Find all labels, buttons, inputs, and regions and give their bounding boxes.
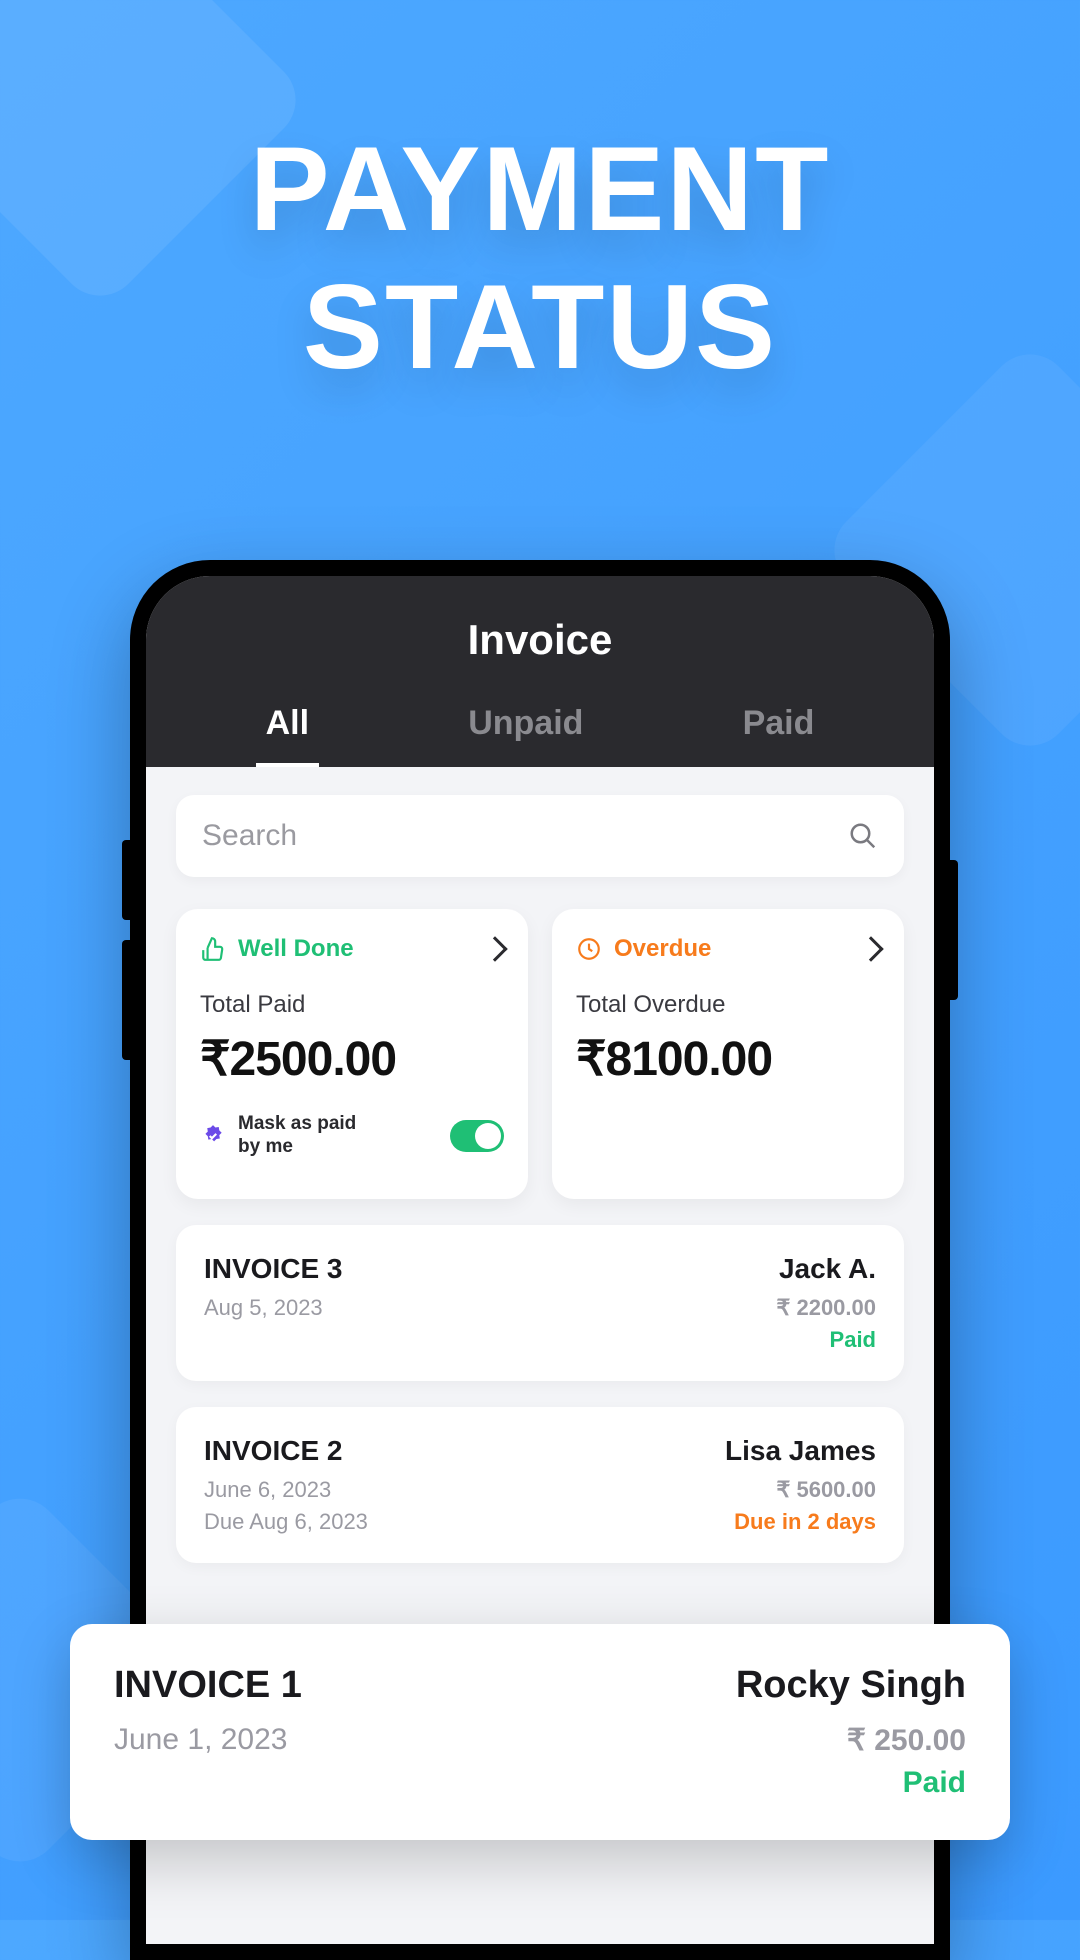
chevron-right-icon [858,936,883,961]
thumbs-up-icon [200,936,226,962]
tab-all[interactable]: All [256,692,319,767]
invoice-client-name: Lisa James [725,1435,876,1467]
total-overdue-label: Total Overdue [576,991,880,1019]
invoice-status: Due in 2 days [734,1509,876,1535]
invoice-status: Paid [830,1327,876,1353]
search-icon [848,821,878,851]
summary-row: Well Done Total Paid ₹2500.00 Mask as pa… [176,909,904,1199]
invoice-list-item[interactable]: INVOICE 3 Jack A. Aug 5, 2023 ₹ 2200.00 … [176,1225,904,1381]
paid-summary-card[interactable]: Well Done Total Paid ₹2500.00 Mask as pa… [176,909,528,1199]
invoice-title: INVOICE 3 [204,1253,342,1285]
tab-unpaid[interactable]: Unpaid [458,692,593,767]
app-header: Invoice All Unpaid Paid [146,576,934,767]
invoice-date: June 6, 2023 [204,1477,331,1503]
mask-toggle[interactable] [450,1120,504,1152]
search-bar[interactable] [176,795,904,877]
total-paid-amount: ₹2500.00 [200,1031,504,1087]
invoice-client-name: Rocky Singh [736,1664,966,1707]
invoice-date: June 1, 2023 [114,1723,287,1758]
invoice-amount: ₹ 250.00 [847,1723,966,1758]
invoice-list-item[interactable]: INVOICE 2 Lisa James June 6, 2023 ₹ 5600… [176,1407,904,1563]
content-area: Well Done Total Paid ₹2500.00 Mask as pa… [146,767,934,1591]
tab-paid[interactable]: Paid [733,692,825,767]
well-done-label: Well Done [238,935,354,963]
total-paid-label: Total Paid [200,991,504,1019]
mask-as-paid-label: Mask as paid by me [238,1113,368,1159]
page-title: Invoice [146,604,934,692]
overdue-summary-card[interactable]: Overdue Total Overdue ₹8100.00 [552,909,904,1199]
invoice-status: Paid [903,1766,966,1800]
invoice-amount: ₹ 5600.00 [776,1477,876,1503]
clock-icon [576,936,602,962]
search-input[interactable] [202,819,848,853]
tabs: All Unpaid Paid [146,692,934,767]
invoice-title: INVOICE 2 [204,1435,342,1467]
chevron-right-icon [482,936,507,961]
invoice-title: INVOICE 1 [114,1664,302,1707]
invoice-client-name: Jack A. [779,1253,876,1285]
verified-badge-icon [200,1123,226,1149]
invoice-due: Due Aug 6, 2023 [204,1509,368,1535]
overdue-label: Overdue [614,935,711,963]
invoice-amount: ₹ 2200.00 [776,1295,876,1321]
floating-invoice-card[interactable]: INVOICE 1 Rocky Singh June 1, 2023 ₹ 250… [70,1624,1010,1840]
total-overdue-amount: ₹8100.00 [576,1031,880,1087]
invoice-date: Aug 5, 2023 [204,1295,323,1321]
